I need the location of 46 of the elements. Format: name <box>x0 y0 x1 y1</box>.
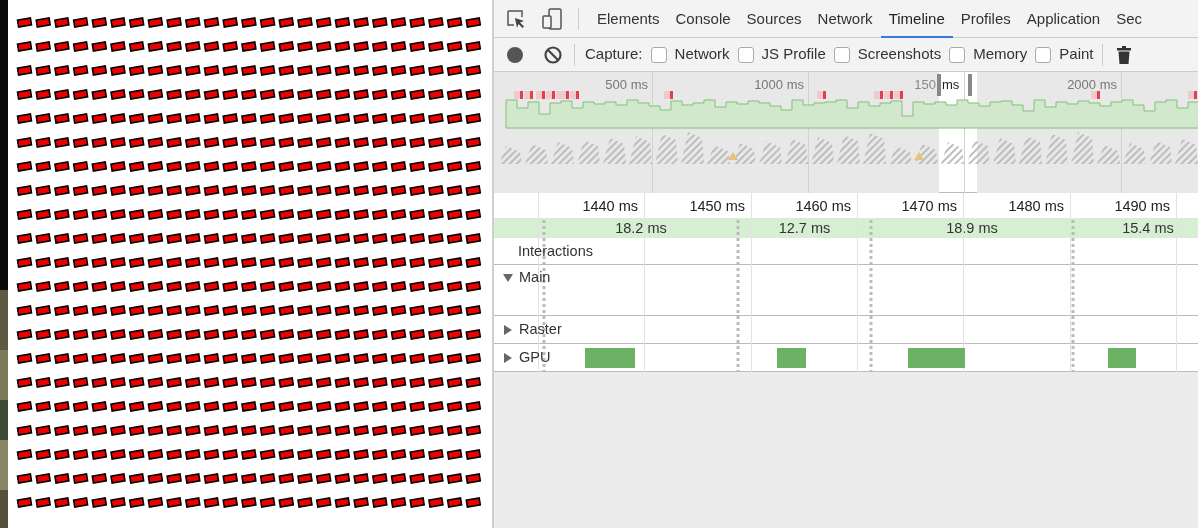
track-label: Raster <box>519 320 562 340</box>
device-icon[interactable] <box>542 7 562 30</box>
tick-label: 500 ms <box>605 76 648 94</box>
tick-label: 1460 ms <box>795 197 851 216</box>
checkbox[interactable]: Paint <box>1035 43 1094 66</box>
selection-handle[interactable] <box>968 74 972 96</box>
tab[interactable]: Profiles <box>952 0 1019 38</box>
frame-duration: 18.2 ms <box>614 219 668 238</box>
frame-duration: 12.7 ms <box>777 219 832 238</box>
tab[interactable]: Elements <box>589 0 668 38</box>
tab[interactable]: Sec <box>1108 0 1151 38</box>
tick-label: 2000 ms <box>1067 76 1117 94</box>
checkbox[interactable]: Screenshots <box>833 43 942 66</box>
tab[interactable]: Sources <box>738 0 810 38</box>
track-label: Interactions <box>518 241 593 261</box>
record-icon[interactable] <box>507 46 523 63</box>
gpu-task-bar <box>1108 348 1136 368</box>
expand-icon[interactable] <box>503 353 513 363</box>
capture-label: Capture: <box>585 44 643 65</box>
expand-icon[interactable] <box>503 325 513 335</box>
tick-label: 1480 ms <box>1008 197 1064 216</box>
checkbox[interactable]: Memory <box>949 43 1028 66</box>
tick-label: 150 <box>914 76 936 94</box>
checkbox[interactable]: Network <box>650 43 730 66</box>
gpu-task-bar <box>777 348 806 368</box>
tick-label: 1440 ms <box>582 197 638 216</box>
checkbox[interactable]: JS Profile <box>737 43 826 66</box>
inspect-icon[interactable] <box>506 8 526 29</box>
frame-duration: 18.9 ms <box>945 219 999 238</box>
tab[interactable]: Application <box>1018 0 1109 38</box>
tab[interactable]: Console <box>667 0 739 38</box>
track-label: Main <box>519 267 551 287</box>
tick-label: 1000 ms <box>754 76 804 94</box>
frame-duration: 15.4 ms <box>1121 219 1175 238</box>
tick-label: ms <box>942 76 960 94</box>
tick-label: 1470 ms <box>901 197 957 216</box>
collapse-icon[interactable] <box>503 272 513 283</box>
gpu-task-bar <box>585 348 635 368</box>
track-label: GPU <box>519 348 551 368</box>
tab[interactable]: Network <box>809 0 881 38</box>
tick-label: 1450 ms <box>689 197 745 216</box>
tick-label: 1490 ms <box>1114 197 1170 216</box>
clear-icon[interactable] <box>544 45 562 64</box>
gpu-task-bar <box>908 348 965 368</box>
selection-handle[interactable] <box>937 74 941 96</box>
trash-icon[interactable] <box>1116 46 1131 64</box>
